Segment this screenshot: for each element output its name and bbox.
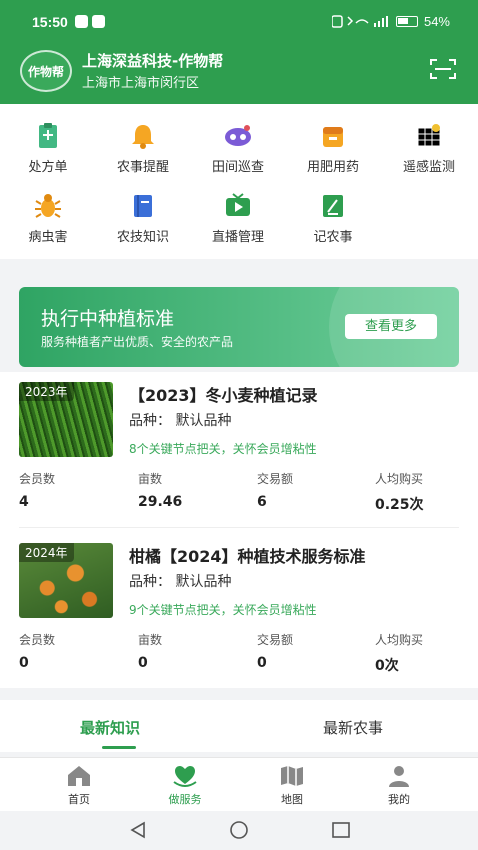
record-variety: 品种： 默认品种 bbox=[129, 413, 232, 429]
tab-latest-knowledge[interactable]: 最新知识 bbox=[80, 717, 140, 738]
quick-menu: 处方单 农事提醒 田间巡查 用肥用药 遥感监测 病虫害 农技知识 直播管理 记农… bbox=[0, 104, 478, 259]
record-note: 9个关键节点把关，关怀会员增粘性 bbox=[129, 603, 317, 617]
stat-members: 会员数 4 bbox=[19, 472, 56, 510]
company-location: 上海市上海市闵行区 bbox=[82, 76, 200, 91]
home-icon bbox=[68, 766, 90, 786]
menu-pests[interactable]: 病虫害 bbox=[8, 192, 88, 245]
divider bbox=[19, 527, 459, 528]
menu-agri-knowledge[interactable]: 农技知识 bbox=[103, 192, 183, 245]
patrol-icon bbox=[225, 125, 251, 146]
record-note: 8个关键节点把关，关怀会员增粘性 bbox=[129, 442, 317, 456]
nav-service[interactable]: 做服务 bbox=[155, 764, 215, 807]
stat-avg-purchase: 人均购买 0.25次 bbox=[375, 472, 424, 513]
record-thumbnail: 2023年 bbox=[19, 382, 113, 457]
notes-icon bbox=[323, 195, 343, 217]
bell-icon bbox=[132, 125, 154, 149]
battery-level: 54% bbox=[423, 14, 450, 29]
stat-members: 会员数 0 bbox=[19, 633, 56, 671]
nav-home[interactable]: 首页 bbox=[49, 764, 109, 807]
fertilizer-icon bbox=[323, 127, 343, 147]
scan-icon[interactable] bbox=[430, 58, 456, 80]
active-tab-indicator bbox=[102, 746, 136, 749]
stat-avg-purchase: 人均购买 0次 bbox=[375, 633, 424, 674]
status-time: 15:50 bbox=[32, 14, 68, 30]
recent-apps-icon[interactable] bbox=[331, 821, 351, 839]
battery-icon bbox=[395, 16, 418, 27]
content-tabs: 最新知识 最新农事 bbox=[0, 700, 478, 752]
nav-map[interactable]: 地图 bbox=[262, 764, 322, 807]
notification-icon bbox=[75, 15, 88, 28]
bottom-nav: 首页 做服务 地图 我的 bbox=[0, 757, 478, 811]
back-icon[interactable] bbox=[128, 821, 148, 839]
menu-fertilizer[interactable]: 用肥用药 bbox=[293, 122, 373, 175]
menu-live-management[interactable]: 直播管理 bbox=[198, 192, 278, 245]
record-title: 【2023】冬小麦种植记录 bbox=[129, 386, 318, 405]
profile-icon bbox=[389, 766, 409, 787]
year-tag: 2024年 bbox=[19, 543, 74, 562]
prescription-icon bbox=[39, 123, 57, 148]
system-nav-bar bbox=[0, 811, 478, 850]
menu-farm-notes[interactable]: 记农事 bbox=[293, 192, 373, 245]
home-circle-icon[interactable] bbox=[228, 821, 250, 839]
menu-remote-sensing[interactable]: 遥感监测 bbox=[389, 122, 469, 175]
book-icon bbox=[134, 195, 152, 217]
banner-subtitle: 服务种植者产出优质、安全的农产品 bbox=[41, 335, 234, 349]
record-variety: 品种： 默认品种 bbox=[129, 574, 232, 590]
view-more-button[interactable]: 查看更多 bbox=[345, 314, 437, 339]
map-icon bbox=[281, 766, 303, 786]
planting-records: 2023年 【2023】冬小麦种植记录 品种： 默认品种 8个关键节点把关，关怀… bbox=[0, 372, 478, 688]
banner-title: 执行中种植标准 bbox=[41, 308, 175, 330]
company-title: 上海深益科技-作物帮 bbox=[82, 52, 224, 70]
company-logo: 作物帮 bbox=[20, 50, 72, 92]
record-title: 柑橘【2024】种植技术服务标准 bbox=[129, 547, 366, 566]
year-tag: 2023年 bbox=[19, 382, 74, 401]
live-icon bbox=[226, 193, 250, 216]
menu-farm-reminder[interactable]: 农事提醒 bbox=[103, 122, 183, 175]
status-bar: 15:50 54% bbox=[0, 0, 478, 44]
service-icon bbox=[173, 766, 197, 787]
planting-standard-banner[interactable]: 执行中种植标准 服务种植者产出优质、安全的农产品 查看更多 bbox=[19, 287, 459, 367]
signal-wifi-icon bbox=[331, 15, 388, 28]
stat-transactions: 交易额 0 bbox=[257, 633, 294, 671]
tab-latest-farm-events[interactable]: 最新农事 bbox=[323, 717, 383, 738]
notification-icons bbox=[75, 15, 105, 28]
pest-icon bbox=[35, 194, 61, 218]
record-thumbnail: 2024年 bbox=[19, 543, 113, 618]
menu-field-patrol[interactable]: 田间巡查 bbox=[198, 122, 278, 175]
nav-profile[interactable]: 我的 bbox=[369, 764, 429, 807]
app-header: 15:50 54% 作物帮 上海深益科技-作物帮 上海市上海市闵行区 bbox=[0, 0, 478, 104]
remote-sensing-icon bbox=[417, 124, 441, 147]
stat-acres: 亩数 0 bbox=[138, 633, 163, 671]
system-indicators: 54% bbox=[331, 14, 450, 29]
stat-transactions: 交易额 6 bbox=[257, 472, 294, 510]
stat-acres: 亩数 29.46 bbox=[138, 472, 183, 510]
menu-prescription[interactable]: 处方单 bbox=[8, 122, 88, 175]
notification-icon bbox=[92, 15, 105, 28]
